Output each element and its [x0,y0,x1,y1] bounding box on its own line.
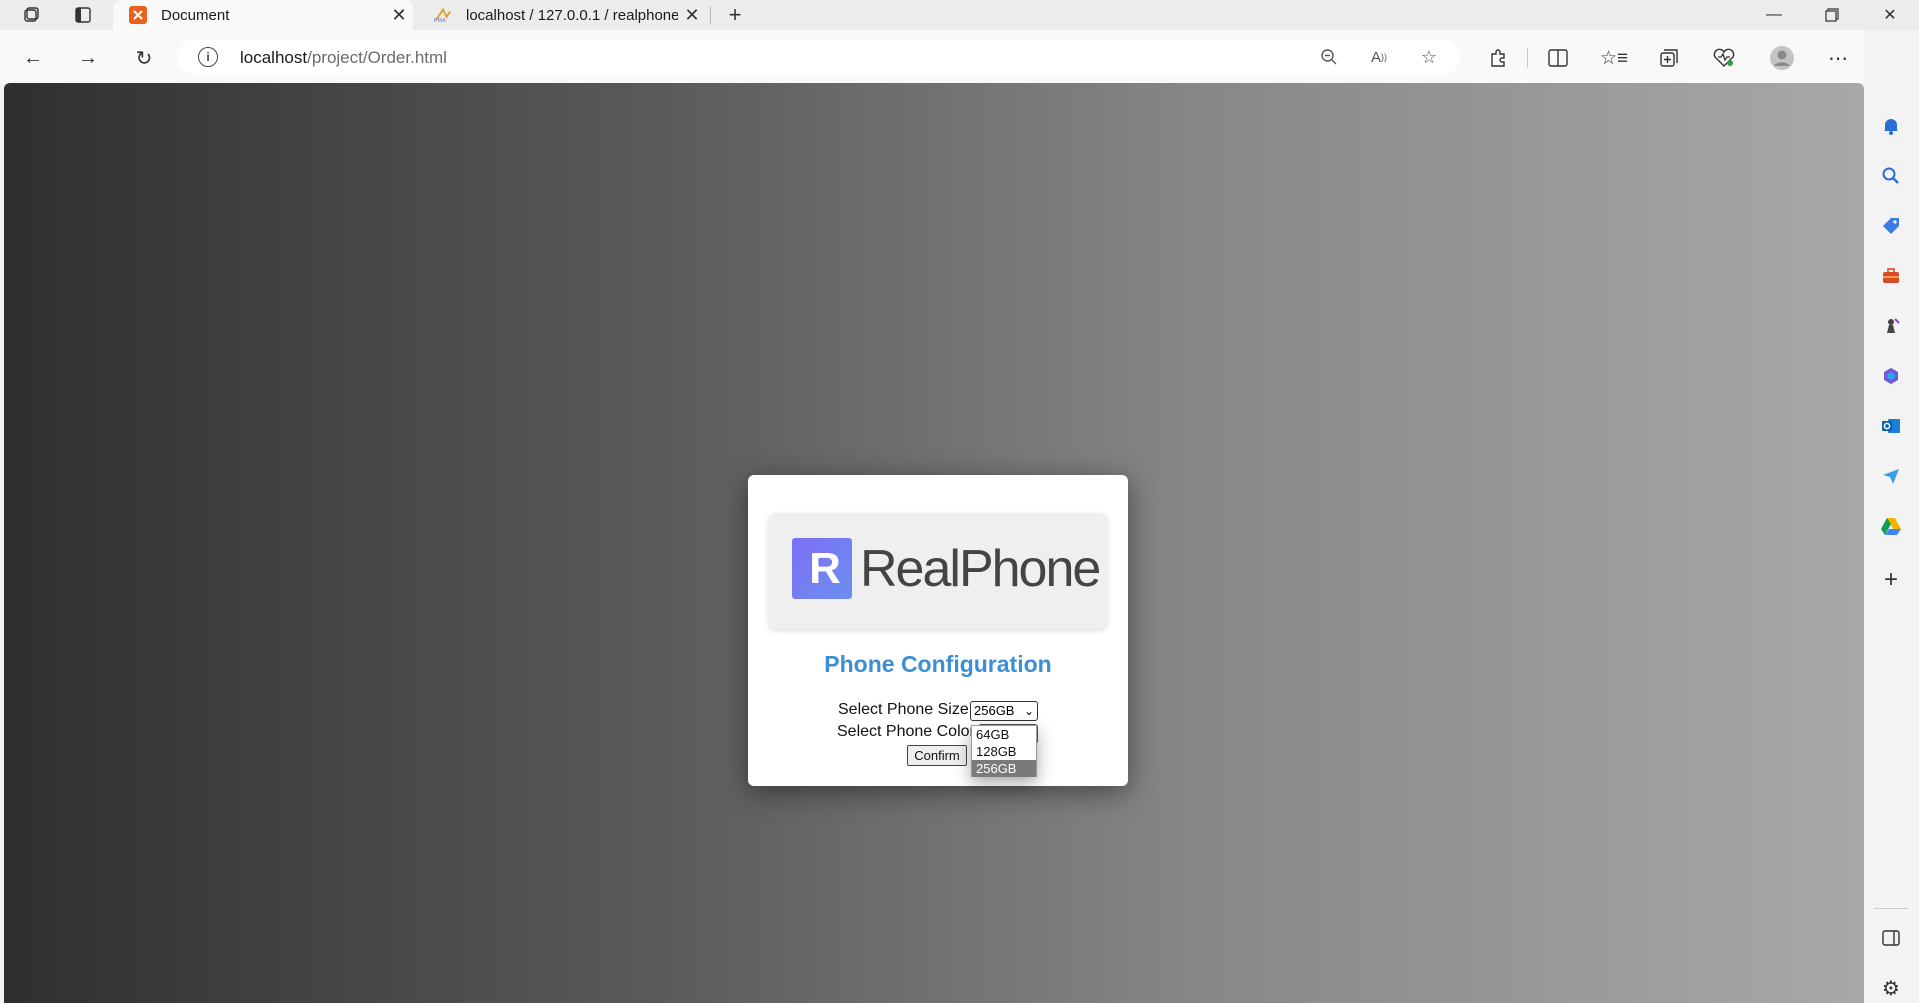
browser-essentials-icon[interactable] [1707,41,1741,75]
confirm-button[interactable]: Confirm [907,745,967,766]
url-text[interactable]: localhost/project/Order.html [240,48,447,68]
collections-icon[interactable] [1652,41,1686,75]
zoom-out-icon[interactable] [1314,43,1344,71]
edge-sidebar: + ⚙ [1864,30,1919,1003]
sidebar-separator [1874,908,1908,909]
tools-briefcase-icon[interactable] [1876,261,1906,291]
site-info-icon[interactable]: i [198,47,218,67]
sidebar-panel-icon[interactable] [1876,923,1906,953]
tab-strip: Document ✕ PMA localhost / 127.0.0.1 / r… [0,0,1919,30]
read-aloud-icon[interactable]: A)) [1364,43,1394,71]
forward-icon[interactable]: → [71,41,105,75]
close-tab-icon[interactable]: ✕ [385,1,413,29]
more-options-icon[interactable]: ⋯ [1821,41,1855,75]
size-option-256gb[interactable]: 256GB [972,760,1036,777]
close-window-icon[interactable]: ✕ [1862,0,1918,30]
color-label: Select Phone Color [837,723,975,740]
favorite-star-icon[interactable]: ☆ [1414,43,1444,71]
toolbar-separator [1527,48,1528,68]
size-dropdown-list: 64GB 128GB 256GB [971,725,1037,777]
split-screen-icon[interactable] [1541,41,1575,75]
outlook-icon[interactable] [1876,411,1906,441]
address-bar[interactable]: i localhost/project/Order.html A)) ☆ [178,39,1460,75]
tab-document[interactable]: Document ✕ [113,0,413,30]
logo-mark: R [792,538,852,599]
search-icon[interactable] [1876,161,1906,191]
phpmyadmin-favicon-icon: PMA [434,6,452,24]
games-chess-icon[interactable] [1876,311,1906,341]
svg-text:PMA: PMA [434,18,446,23]
extensions-icon[interactable] [1481,41,1515,75]
notifications-bell-icon[interactable] [1876,111,1906,141]
back-icon[interactable]: ← [16,41,50,75]
refresh-icon[interactable]: ↻ [127,41,161,75]
tab-separator [710,6,711,24]
shopping-tag-icon[interactable] [1876,211,1906,241]
realphone-logo: R RealPhone [768,513,1108,629]
phone-size-select[interactable]: 256GB ⌄ [970,701,1038,721]
tab-title: localhost / 127.0.0.1 / realphone [466,6,678,24]
size-selected-value: 256GB [974,703,1015,718]
restore-icon[interactable] [1804,0,1860,30]
tab-title: Document [161,6,230,24]
microsoft365-icon[interactable] [1876,361,1906,391]
size-label: Select Phone Size: [838,701,974,718]
size-option-64gb[interactable]: 64GB [972,726,1036,743]
configuration-card: R RealPhone Phone Configuration Select P… [748,475,1128,786]
browser-toolbar: ← → ↻ i localhost/project/Order.html A))… [0,30,1919,83]
close-tab-icon[interactable]: ✕ [678,1,706,29]
settings-gear-icon[interactable]: ⚙ [1876,973,1906,1003]
minimize-icon[interactable]: — [1746,0,1802,30]
new-tab-icon[interactable]: + [721,2,749,28]
add-sidebar-app-icon[interactable]: + [1876,565,1906,595]
google-drive-icon[interactable] [1876,511,1906,541]
tab-phpmyadmin[interactable]: PMA localhost / 127.0.0.1 / realphone ✕ [418,0,706,30]
chevron-down-icon: ⌄ [1023,704,1034,718]
send-plane-icon[interactable] [1876,461,1906,491]
xampp-favicon-icon [129,6,147,24]
size-option-128gb[interactable]: 128GB [972,743,1036,760]
workspaces-icon[interactable] [14,0,48,30]
profile-avatar-icon[interactable] [1765,41,1799,75]
logo-text: RealPhone [860,540,1101,598]
page-title: Phone Configuration [824,651,1052,677]
favorites-icon[interactable]: ☆≡ [1597,41,1631,75]
vertical-tabs-icon[interactable] [66,0,100,30]
page-viewport: R RealPhone Phone Configuration Select P… [4,83,1864,1003]
